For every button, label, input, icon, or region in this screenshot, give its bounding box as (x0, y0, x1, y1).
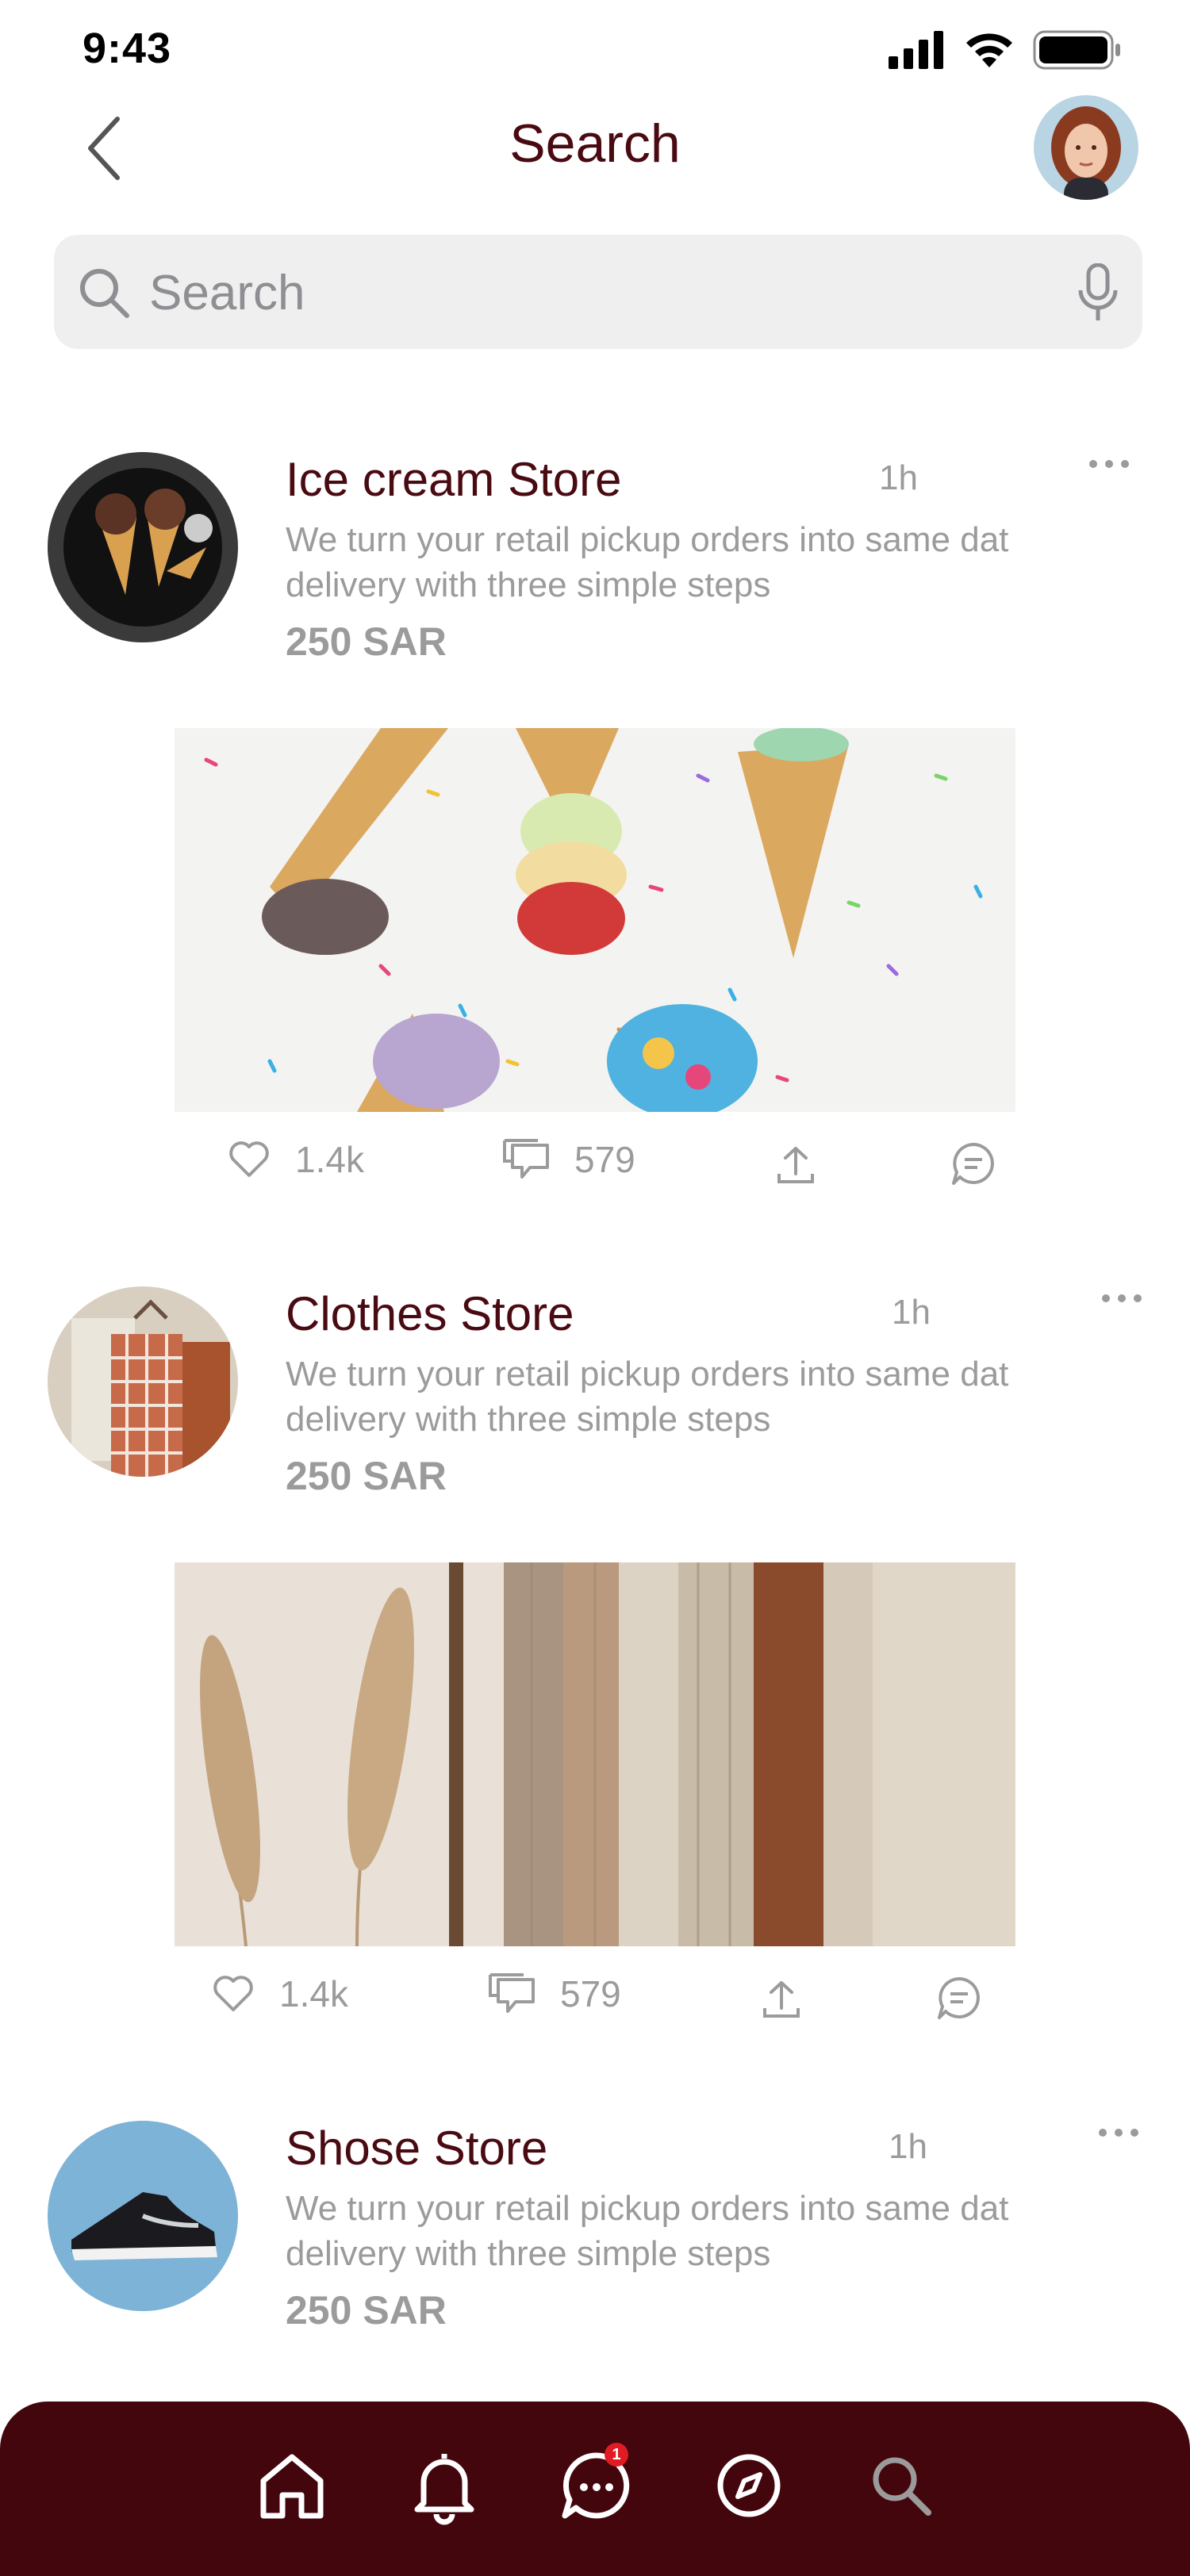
chat-tab[interactable]: 1 (557, 2443, 636, 2525)
share-icon[interactable] (760, 1976, 803, 2021)
description-line: delivery with three simple steps (286, 565, 771, 604)
avatar[interactable] (1034, 95, 1138, 200)
microphone-icon[interactable] (1076, 263, 1120, 324)
description-line: delivery with three simple steps (286, 1400, 771, 1439)
message-icon[interactable] (936, 1975, 982, 2021)
battery-icon (1033, 30, 1120, 70)
tab-bar: 1 (0, 2402, 1190, 2576)
post-price: 250 SAR (286, 1454, 447, 1498)
description-line: delivery with three simple steps (286, 2234, 771, 2273)
comment-count: 579 (574, 1139, 635, 1180)
heart-icon (213, 1976, 253, 2011)
store-name[interactable]: Shose Store (286, 2121, 547, 2175)
comment-button[interactable]: 579 (501, 1137, 635, 1182)
post-card[interactable]: Ice cream Store 1h We turn your retail p… (0, 452, 1190, 1206)
store-name[interactable]: Clothes Store (286, 1286, 574, 1341)
like-count: 1.4k (295, 1139, 364, 1180)
post-time: 1h (879, 458, 918, 497)
comments-icon (489, 1973, 535, 2013)
description-line: We turn your retail pickup orders into s… (286, 1355, 1009, 1393)
post-description: We turn your retail pickup orders into s… (286, 1351, 1079, 1442)
post-actions: 1.4k 579 (0, 1137, 1190, 1193)
post-card[interactable]: Clothes Store 1h We turn your retail pic… (0, 1286, 1190, 2040)
post-image[interactable] (175, 1562, 1015, 1946)
like-count: 1.4k (279, 1973, 348, 2014)
store-avatar[interactable] (48, 452, 238, 642)
post-price: 250 SAR (286, 619, 447, 664)
signal-icon (889, 31, 943, 69)
search-icon[interactable] (862, 2446, 941, 2525)
compass-icon[interactable] (709, 2446, 789, 2525)
post-description: We turn your retail pickup orders into s… (286, 2186, 1079, 2276)
like-button[interactable]: 1.4k (227, 1137, 364, 1182)
home-icon[interactable] (252, 2446, 332, 2525)
post-description: We turn your retail pickup orders into s… (286, 517, 1079, 608)
more-icon[interactable] (1098, 1286, 1146, 1310)
post-time: 1h (889, 2127, 927, 2166)
bell-icon[interactable] (405, 2446, 484, 2525)
heart-icon (229, 1141, 269, 1177)
message-icon[interactable] (950, 1140, 996, 1186)
status-time: 9:43 (83, 25, 172, 72)
share-icon[interactable] (774, 1142, 817, 1186)
comment-count: 579 (560, 1973, 621, 2014)
store-avatar[interactable] (48, 1286, 238, 1477)
page-title: Search (509, 113, 681, 174)
search-input[interactable]: Search (149, 265, 305, 321)
post-actions: 1.4k 579 (0, 1972, 1190, 2027)
notification-badge: 1 (605, 2443, 628, 2467)
description-line: We turn your retail pickup orders into s… (286, 2189, 1009, 2228)
status-bar: 9:43 (0, 0, 1190, 95)
post-price: 250 SAR (286, 2288, 447, 2333)
post-time: 1h (892, 1293, 931, 1332)
search-icon (80, 269, 129, 318)
post-image[interactable] (175, 728, 1015, 1112)
wifi-icon (966, 33, 1012, 67)
like-button[interactable]: 1.4k (211, 1972, 348, 2016)
store-avatar[interactable] (48, 2121, 238, 2311)
store-name[interactable]: Ice cream Store (286, 452, 622, 507)
search-bar[interactable]: Search (54, 235, 1142, 349)
header: Search (0, 95, 1190, 200)
more-icon[interactable] (1085, 452, 1133, 476)
status-icons (889, 30, 1122, 70)
more-icon[interactable] (1095, 2121, 1142, 2145)
comments-icon (503, 1139, 549, 1179)
comment-button[interactable]: 579 (487, 1972, 621, 2016)
description-line: We turn your retail pickup orders into s… (286, 520, 1009, 559)
post-card[interactable]: Shose Store 1h We turn your retail picku… (0, 2121, 1190, 2359)
